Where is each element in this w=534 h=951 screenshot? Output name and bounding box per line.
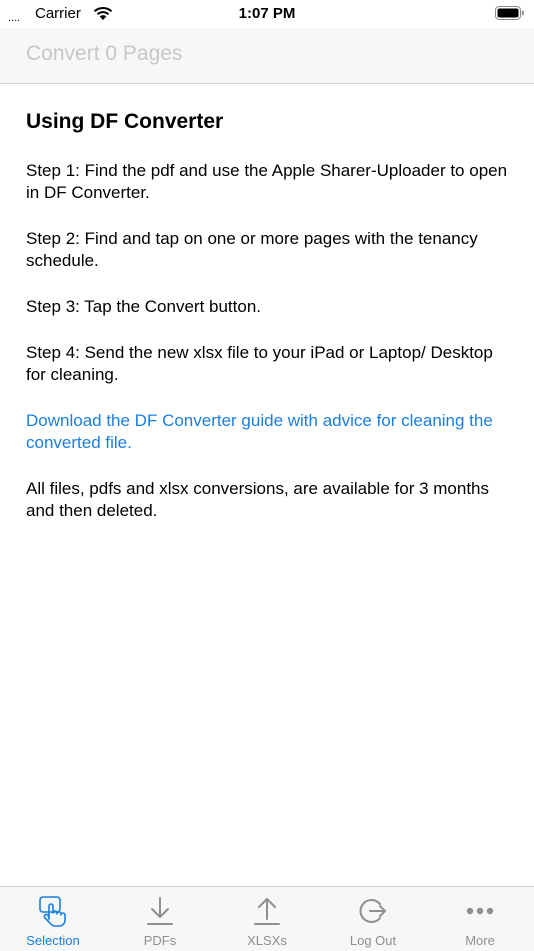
upload-arrow-icon bbox=[254, 898, 280, 925]
tab-label: Selection bbox=[26, 933, 80, 948]
tab-label: More bbox=[465, 933, 495, 948]
step-3-text: Step 3: Tap the Convert button. bbox=[26, 297, 262, 316]
battery-icon bbox=[495, 6, 524, 20]
step-1-text: Step 1: Find the pdf and use the Apple S… bbox=[26, 161, 508, 202]
step-4-text: Step 4: Send the new xlsx file to your i… bbox=[26, 343, 493, 384]
step-2-text: Step 2: Find and tap on one or more page… bbox=[26, 229, 478, 270]
tab-selection[interactable]: Selection bbox=[0, 887, 106, 951]
navigation-bar: Convert 0 Pages bbox=[0, 28, 534, 84]
tab-label: XLSXs bbox=[247, 933, 287, 948]
tab-xlsxs[interactable]: XLSXs bbox=[214, 887, 320, 951]
download-arrow-icon bbox=[147, 897, 173, 925]
tab-pdfs[interactable]: PDFs bbox=[107, 887, 213, 951]
logout-icon bbox=[359, 899, 386, 923]
instructions-panel: Using DF Converter Step 1: Find the pdf … bbox=[26, 108, 508, 546]
convert-pages-button[interactable]: Convert 0 Pages bbox=[26, 42, 182, 66]
tab-more[interactable]: More bbox=[427, 887, 533, 951]
tab-label: Log Out bbox=[349, 933, 397, 948]
tab-log-out[interactable]: Log Out bbox=[320, 887, 426, 951]
tab-label: PDFs bbox=[143, 933, 177, 948]
status-bar: .... Carrier 1:07 PM bbox=[0, 0, 534, 28]
tap-hand-icon bbox=[39, 896, 66, 927]
page-title: Using DF Converter bbox=[26, 110, 224, 133]
tab-bar: Selection PDFs XLSXs Log Out More bbox=[0, 886, 534, 951]
more-dots-icon bbox=[466, 907, 494, 915]
clock: 1:07 PM bbox=[238, 5, 296, 22]
download-guide-link[interactable]: Download the DF Converter guide with adv… bbox=[26, 410, 508, 454]
retention-note: All files, pdfs and xlsx conversions, ar… bbox=[26, 479, 490, 520]
